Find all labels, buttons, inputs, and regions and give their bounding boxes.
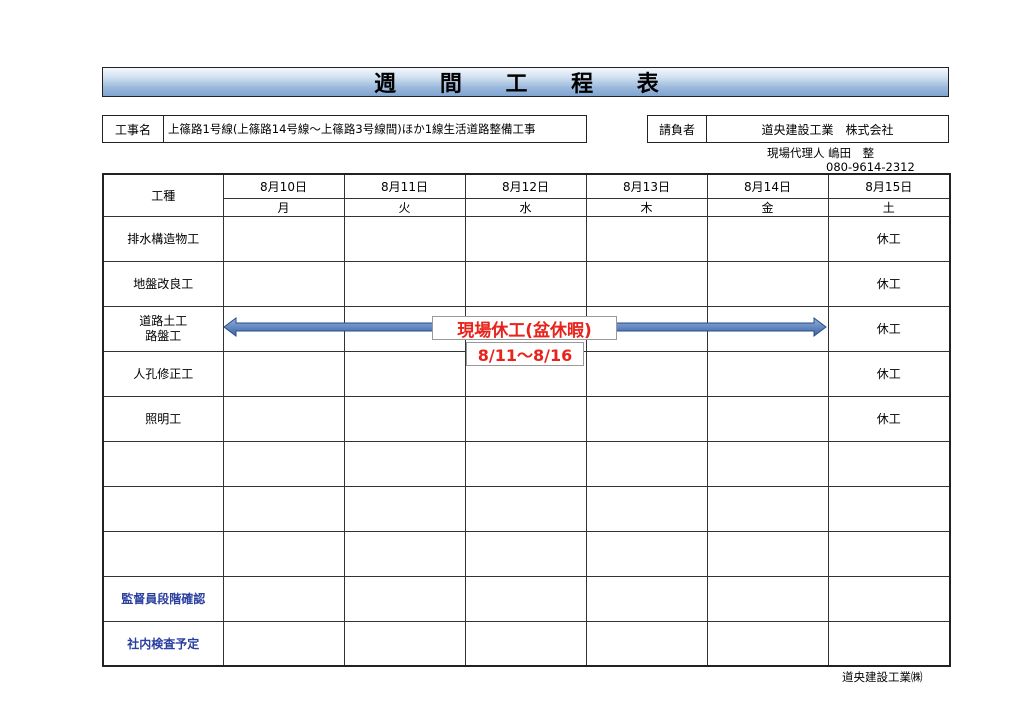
work-type-cell (102, 530, 224, 577)
weekday-cell: 金 (706, 197, 829, 217)
company-footer: 道央建設工業㈱ (842, 670, 923, 684)
internal-inspection-label: 社内検査予定 (102, 620, 224, 667)
saturday-status-cell[interactable] (827, 530, 951, 577)
weekday-cell: 月 (222, 197, 345, 217)
schedule-cell[interactable] (222, 575, 345, 622)
saturday-status-cell[interactable]: 休工 (827, 260, 951, 307)
schedule-table: 工種 8月10日 8月11日 8月12日 8月13日 8月14日 8月15日 月… (102, 173, 951, 667)
schedule-cell[interactable] (464, 485, 587, 532)
contractor-name: 道央建設工業 株式会社 (706, 115, 949, 143)
table-row (102, 440, 951, 487)
schedule-cell[interactable] (706, 350, 829, 397)
schedule-cell[interactable] (585, 485, 708, 532)
schedule-cell[interactable] (585, 350, 708, 397)
date-cell: 8月11日 (343, 173, 466, 199)
schedule-cell[interactable] (706, 530, 829, 577)
saturday-status-cell[interactable]: 休工 (827, 215, 951, 262)
saturday-status-cell[interactable]: 休工 (827, 305, 951, 352)
weekday-cell: 火 (343, 197, 466, 217)
work-type-cell (102, 440, 224, 487)
supervisor-check-label: 監督員段階確認 (102, 575, 224, 622)
schedule-cell[interactable] (706, 440, 829, 487)
schedule-cell[interactable] (222, 620, 345, 667)
schedule-cell[interactable] (343, 530, 466, 577)
weekday-row: 月 火 水 木 金 土 (103, 197, 951, 217)
saturday-status-cell[interactable]: 休工 (827, 395, 951, 442)
schedule-cell[interactable] (464, 215, 587, 262)
schedule-cell[interactable] (343, 395, 466, 442)
schedule-cell[interactable] (585, 260, 708, 307)
date-cell: 8月10日 (222, 173, 345, 199)
schedule-cell[interactable] (343, 620, 466, 667)
schedule-cell[interactable] (222, 530, 345, 577)
date-cell: 8月12日 (464, 173, 587, 199)
saturday-status-cell[interactable]: 休工 (827, 350, 951, 397)
schedule-cell[interactable] (585, 530, 708, 577)
work-type-cell: 道路土工 路盤工 (102, 305, 224, 352)
schedule-cell[interactable] (706, 575, 829, 622)
weekday-cell: 土 (827, 197, 951, 217)
page-title: 週 間 工 程 表 (102, 67, 949, 97)
schedule-cell[interactable] (343, 485, 466, 532)
inspection-row: 社内検査予定 (102, 620, 951, 667)
project-label: 工事名 (102, 115, 164, 143)
table-row (102, 530, 951, 577)
schedule-cell[interactable] (464, 575, 587, 622)
schedule-cell[interactable] (222, 350, 345, 397)
date-cell: 8月14日 (706, 173, 829, 199)
schedule-cell[interactable] (464, 530, 587, 577)
schedule-cell[interactable] (222, 260, 345, 307)
schedule-cell[interactable] (585, 575, 708, 622)
schedule-cell[interactable] (464, 440, 587, 487)
weekday-cell: 木 (585, 197, 708, 217)
table-row: 排水構造物工 休工 (102, 215, 951, 262)
work-type-cell (102, 485, 224, 532)
schedule-cell[interactable] (343, 260, 466, 307)
schedule-cell[interactable] (706, 620, 829, 667)
schedule-cell[interactable] (706, 215, 829, 262)
saturday-status-cell[interactable] (827, 440, 951, 487)
saturday-status-cell[interactable] (827, 485, 951, 532)
schedule-cell[interactable] (706, 395, 829, 442)
schedule-cell[interactable] (464, 260, 587, 307)
schedule-cell[interactable] (222, 485, 345, 532)
schedule-cell[interactable] (585, 440, 708, 487)
schedule-cell[interactable] (827, 620, 951, 667)
schedule-cell[interactable] (343, 575, 466, 622)
schedule-cell[interactable] (585, 620, 708, 667)
schedule-cell[interactable] (222, 395, 345, 442)
date-row: 工種 8月10日 8月11日 8月12日 8月13日 8月14日 8月15日 (102, 173, 951, 217)
work-type-cell: 人孔修正工 (102, 350, 224, 397)
site-agent: 現場代理人 嶋田 整 (767, 146, 875, 160)
work-type-cell: 排水構造物工 (102, 215, 224, 262)
schedule-cell[interactable] (343, 350, 466, 397)
schedule-cell[interactable] (464, 395, 587, 442)
schedule-cell[interactable] (706, 485, 829, 532)
work-type-cell: 地盤改良工 (102, 260, 224, 307)
inspection-row: 監督員段階確認 (102, 575, 951, 622)
date-cell: 8月13日 (585, 173, 708, 199)
holiday-note-dates: 8/11～8/16 (466, 342, 584, 366)
contractor-label: 請負者 (647, 115, 707, 143)
schedule-cell[interactable] (464, 620, 587, 667)
weekday-cell: 水 (464, 197, 587, 217)
schedule-cell[interactable] (585, 215, 708, 262)
phone-number: 080-9614-2312 (826, 160, 915, 174)
schedule-cell[interactable] (706, 260, 829, 307)
schedule-cell[interactable] (343, 440, 466, 487)
table-row: 照明工 休工 (102, 395, 951, 442)
schedule-cell[interactable] (222, 440, 345, 487)
project-name: 上篠路1号線(上篠路14号線～上篠路3号線間)ほか1線生活道路整備工事 (163, 115, 587, 143)
schedule-cell[interactable] (343, 215, 466, 262)
date-cell: 8月15日 (827, 173, 951, 199)
schedule-cell[interactable] (827, 575, 951, 622)
work-type-header: 工種 (102, 173, 224, 217)
table-row (102, 485, 951, 532)
table-row: 地盤改良工 休工 (102, 260, 951, 307)
holiday-note-title: 現場休工(盆休暇) (432, 316, 617, 341)
schedule-cell[interactable] (585, 395, 708, 442)
work-type-cell: 照明工 (102, 395, 224, 442)
schedule-cell[interactable] (222, 215, 345, 262)
